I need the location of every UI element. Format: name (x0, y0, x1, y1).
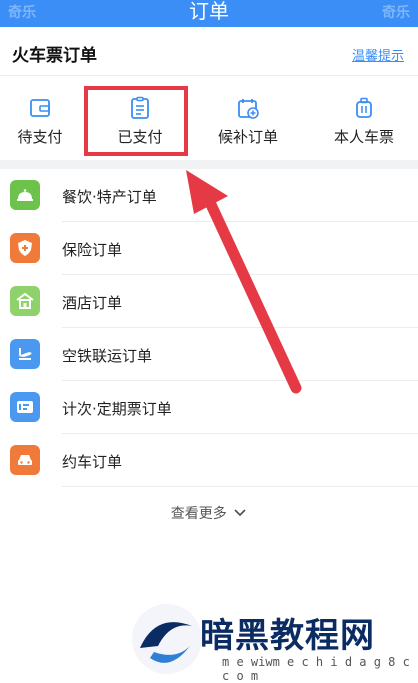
annotation-arrow (186, 170, 302, 394)
watermark-title: 暗黑教程网 (200, 616, 375, 656)
logo-icon (132, 604, 202, 674)
watermark-url: m e wiwm e c h i d a g 8 c c o m (222, 655, 410, 683)
footer-watermark: 暗黑教程网 m e wiwm e c h i d a g 8 c c o m (130, 600, 418, 683)
